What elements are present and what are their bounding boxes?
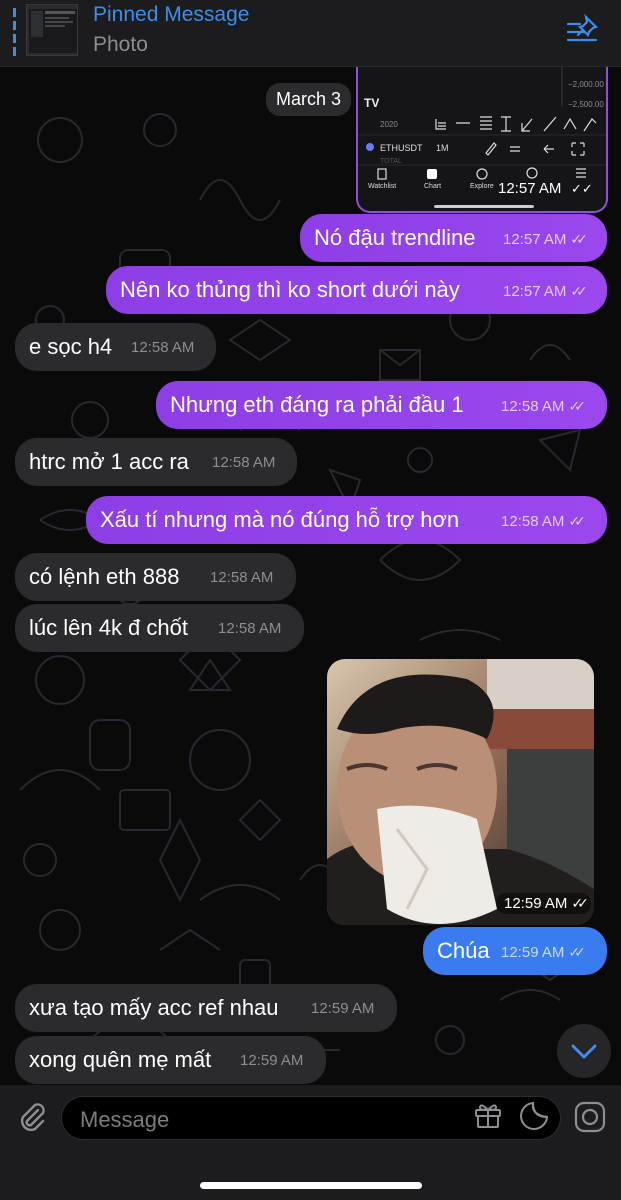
message-text: Nên ko thủng thì ko short dưới này xyxy=(120,277,460,302)
symbol-label: ETHUSDT xyxy=(380,143,423,153)
message-time: 12:57 AM ✓✓ xyxy=(503,283,588,300)
double-check-icon: ✓✓ xyxy=(568,944,586,960)
message-text: có lệnh eth 888 xyxy=(29,564,180,589)
pinned-title: Pinned Message xyxy=(93,3,250,26)
message-time: 12:58 AM ✓✓ xyxy=(501,513,586,530)
video-time: 12:59 AM ✓✓ xyxy=(496,893,591,914)
message-text: xong quên mẹ mất xyxy=(29,1047,212,1072)
message-time: 12:59 AM xyxy=(240,1052,304,1069)
message-time: 12:57 AM ✓✓ xyxy=(503,231,588,248)
message-time: 12:58 AM xyxy=(210,569,274,586)
chart-preview: −2,000.00 −2,500.00 TV 2020 ETHUSDT 1M T… xyxy=(358,55,606,208)
message-bubble-out[interactable]: Chúa 12:59 AM ✓✓ xyxy=(423,927,607,975)
video-thumbnail xyxy=(327,659,594,925)
video-message[interactable] xyxy=(327,659,594,925)
tradingview-logo: TV xyxy=(364,96,379,110)
home-indicator xyxy=(200,1182,422,1189)
message-text: Nhưng eth đáng ra phải đầu 1 xyxy=(170,392,464,417)
tab-explore: Explore xyxy=(470,183,494,190)
message-bubble-out[interactable]: Nó đậu trendline 12:57 AM ✓✓ xyxy=(300,214,607,262)
fullscreen-icon xyxy=(571,142,585,156)
pinned-thumbnail xyxy=(26,4,78,56)
pen-icon xyxy=(485,142,497,156)
message-time: 12:59 AM ✓✓ xyxy=(501,944,586,961)
message-text: xưa tạo mấy acc ref nhau xyxy=(29,995,279,1020)
svg-text:TOTAL: TOTAL xyxy=(380,158,402,165)
settings-icon xyxy=(510,146,520,152)
message-bubble-out[interactable]: Nhưng eth đáng ra phải đầu 1 12:58 AM ✓✓ xyxy=(156,381,607,429)
message-text: lúc lên 4k đ chốt xyxy=(29,615,188,640)
pinned-message-bar[interactable]: Pinned Message Photo xyxy=(0,0,621,67)
message-text: e sọc h4 xyxy=(29,334,113,359)
interval-label: 1M xyxy=(436,143,449,153)
price-label-2: −2,500.00 xyxy=(568,100,604,109)
message-bubble-in[interactable]: htrc mở 1 acc ra 12:58 AM xyxy=(15,438,297,486)
message-input-bar: Message xyxy=(0,1085,621,1200)
chart-tab-icon xyxy=(427,169,437,179)
double-check-icon: ✓✓ xyxy=(568,398,586,414)
message-time: 12:59 AM xyxy=(311,1000,375,1017)
message-time: 12:58 AM ✓✓ xyxy=(501,398,586,415)
chevron-down-icon xyxy=(571,1044,597,1059)
pinned-subtitle: Photo xyxy=(93,33,148,56)
message-time: 12:58 AM xyxy=(131,339,195,356)
message-time: 12:58 AM xyxy=(212,454,276,471)
camera-icon[interactable] xyxy=(574,1101,606,1133)
message-text: htrc mở 1 acc ra xyxy=(29,449,189,474)
pin-list-icon[interactable] xyxy=(566,14,602,46)
price-label-1: −2,000.00 xyxy=(568,80,604,89)
date-separator: March 3 xyxy=(266,83,352,116)
message-bubble-in[interactable]: có lệnh eth 888 12:58 AM xyxy=(15,553,296,601)
message-text: Xấu tí nhưng mà nó đúng hỗ trợ hơn xyxy=(100,507,460,532)
chart-screenshot-message[interactable]: −2,000.00 −2,500.00 TV 2020 ETHUSDT 1M T… xyxy=(356,55,608,213)
message-bubble-out[interactable]: Xấu tí nhưng mà nó đúng hỗ trợ hơn 12:58… xyxy=(86,496,607,544)
message-bubble-out[interactable]: Nên ko thủng thì ko short dưới này 12:57… xyxy=(106,266,607,314)
pinned-indicator xyxy=(13,8,16,58)
message-bubble-in[interactable]: xưa tạo mấy acc ref nhau 12:59 AM xyxy=(15,984,397,1032)
message-text: Chúa xyxy=(437,938,490,963)
tab-chart: Chart xyxy=(424,183,441,190)
double-check-icon: ✓✓ xyxy=(571,895,589,911)
double-check-icon: ✓✓ xyxy=(571,181,593,196)
attachment-icon[interactable] xyxy=(16,1101,48,1133)
message-bubble-in[interactable]: lúc lên 4k đ chốt 12:58 AM xyxy=(15,604,304,652)
drawing-tools xyxy=(435,116,597,132)
undo-icon xyxy=(543,144,554,154)
message-bubble-in[interactable]: xong quên mẹ mất 12:59 AM xyxy=(15,1036,326,1084)
message-input-placeholder: Message xyxy=(80,1107,170,1132)
explore-icon xyxy=(476,168,488,180)
tab-watchlist: Watchlist xyxy=(368,183,396,190)
double-check-icon: ✓✓ xyxy=(570,231,588,247)
chart-message-time: 12:57 AM xyxy=(498,180,561,197)
double-check-icon: ✓✓ xyxy=(568,513,586,529)
message-text: Nó đậu trendline xyxy=(314,225,476,250)
message-time: 12:58 AM xyxy=(218,620,282,637)
double-check-icon: ✓✓ xyxy=(570,283,588,299)
watchlist-icon xyxy=(377,168,387,180)
scroll-down-button[interactable] xyxy=(557,1024,611,1078)
menu-icon xyxy=(576,168,586,178)
sticker-icon[interactable] xyxy=(519,1101,549,1131)
message-bubble-in[interactable]: e sọc h4 12:58 AM xyxy=(15,323,216,371)
thumbnail-image xyxy=(29,9,77,53)
year-label: 2020 xyxy=(380,120,398,129)
ideas-icon xyxy=(526,167,538,179)
gift-icon[interactable] xyxy=(474,1101,502,1129)
